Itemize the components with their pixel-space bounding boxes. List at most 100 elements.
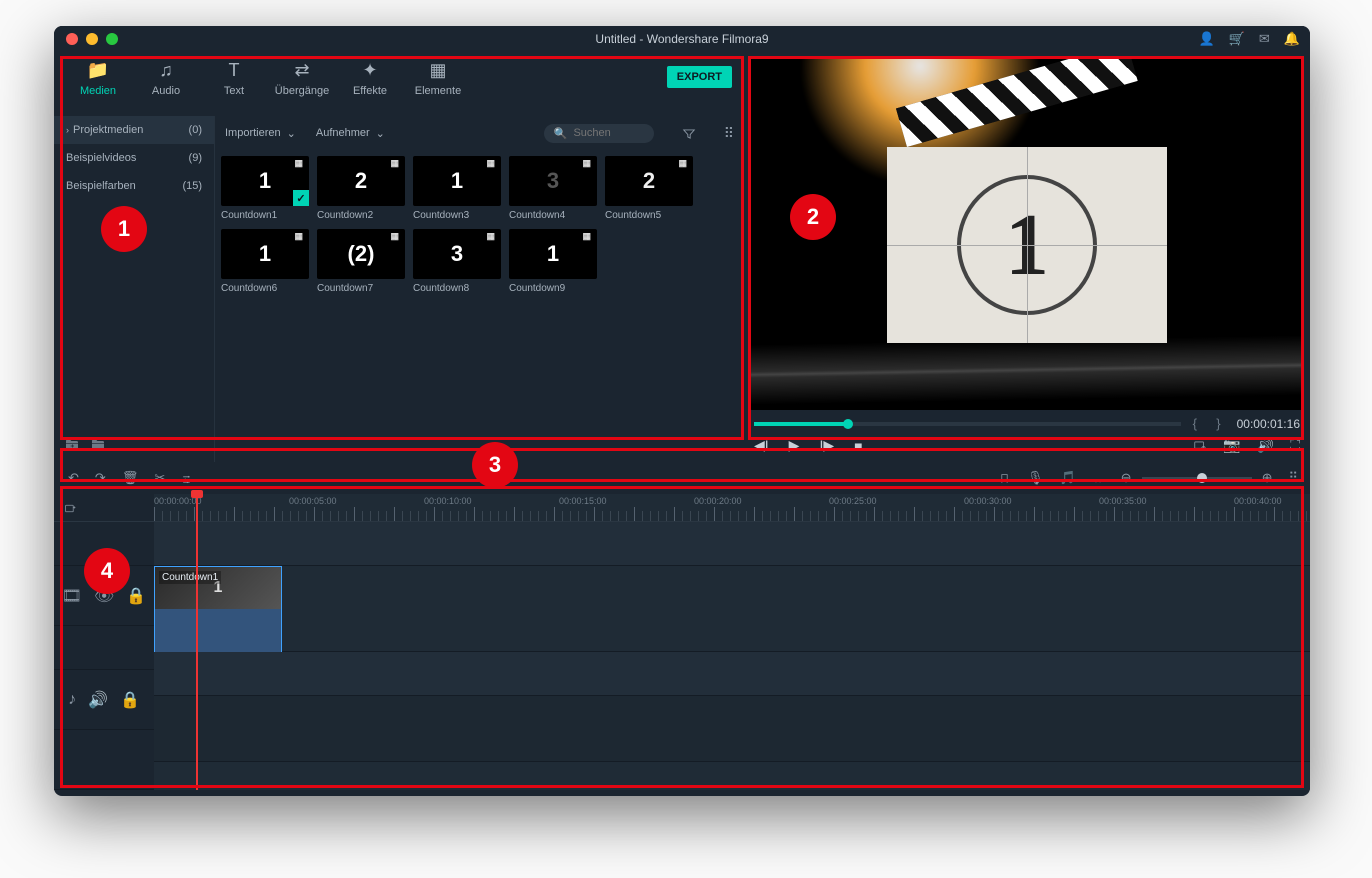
preview-progress[interactable] (754, 422, 1181, 426)
lock-icon[interactable]: 🔒 (120, 690, 140, 710)
volume-icon[interactable]: 🔊 (1257, 437, 1274, 454)
thumb-label: Countdown8 (413, 283, 501, 294)
notification-icon[interactable]: 🔔 (1284, 31, 1300, 47)
timeline-clip[interactable]: Countdown1 (154, 566, 282, 652)
filmstrip-icon[interactable]: 🎞 (62, 586, 82, 606)
thumb-label: Countdown6 (221, 283, 309, 294)
undo-icon[interactable]: ↶ (68, 470, 79, 486)
fit-timeline-icon[interactable]: ↔ (1092, 471, 1105, 486)
zoom-control: ⊖ ⊕ (1121, 470, 1273, 486)
media-grid: 1▦✓Countdown12▦Countdown21▦Countdown33▦C… (215, 150, 744, 300)
ruler-label: 00:00:10:00 (424, 496, 472, 506)
filter-icon[interactable] (682, 125, 696, 141)
marker-icon[interactable] (998, 470, 1011, 485)
category-tab-text[interactable]: TText (200, 60, 268, 97)
stop-button[interactable]: ■ (854, 438, 862, 454)
record-dropdown[interactable]: Aufnehmer⌄ (316, 127, 385, 140)
category-icon: ✦ (362, 60, 377, 81)
sidebar-item[interactable]: Beispielvideos(9) (54, 144, 214, 172)
new-folder-icon[interactable] (64, 436, 80, 454)
preview-frame[interactable]: 1 (750, 56, 1304, 410)
category-icon: ▦ (429, 60, 446, 81)
thumb-label: Countdown3 (413, 210, 501, 221)
delete-icon[interactable]: 🗑 (122, 470, 139, 486)
music-note-icon[interactable]: ♪ (68, 691, 76, 709)
audio-track-head: ♪ 🔊 🔒 (54, 670, 154, 730)
media-thumb[interactable]: 2▦Countdown5 (605, 156, 693, 221)
count-badge: (9) (189, 152, 202, 164)
ruler-label: 00:00:40:00 (1234, 496, 1282, 506)
media-thumb[interactable]: 1▦Countdown9 (509, 229, 597, 294)
zoom-slider[interactable] (1142, 477, 1252, 480)
snapshot-icon[interactable]: 📷 (1223, 437, 1240, 454)
timeline-toolbar: ↶ ↷ 🗑 ✂ 🎙 🎵 ↔ ⊖ ⊕ ⠿ (54, 462, 1310, 494)
filmstrip-icon: ▦ (388, 158, 401, 169)
export-button[interactable]: EXPORT (667, 66, 732, 88)
thumb-label: Countdown9 (509, 283, 597, 294)
category-label: Übergänge (275, 85, 329, 97)
timeline-ruler[interactable]: 00:00:00:0000:00:05:0000:00:10:0000:00:1… (154, 494, 1310, 522)
media-thumb[interactable]: (2)▦Countdown7 (317, 229, 405, 294)
mark-in-out[interactable]: { } (1193, 416, 1225, 431)
search-field[interactable]: 🔍 (544, 124, 654, 143)
zoom-out-icon[interactable]: ⊖ (1121, 470, 1132, 486)
ruler-label: 00:00:15:00 (559, 496, 607, 506)
media-thumb[interactable]: 1▦Countdown6 (221, 229, 309, 294)
ruler-label: 00:00:20:00 (694, 496, 742, 506)
add-track-icon[interactable] (64, 500, 77, 515)
category-tab-elemente[interactable]: ▦Elemente (404, 60, 472, 97)
track-manager-icon[interactable]: ⠿ (1288, 470, 1296, 486)
category-tabs: 📁Medien♫AudioTText⇄Übergänge✦Effekte▦Ele… (54, 52, 744, 116)
split-icon[interactable]: ✂ (154, 470, 165, 486)
search-input[interactable] (573, 127, 643, 139)
thumb-label: Countdown1 (221, 210, 309, 221)
clip-label: Countdown1 (159, 571, 221, 584)
step-forward-button[interactable]: I▶ (819, 437, 834, 454)
voiceover-icon[interactable]: 🎙 (1027, 470, 1044, 486)
media-thumb[interactable]: 1▦Countdown3 (413, 156, 501, 221)
category-tab-effekte[interactable]: ✦Effekte (336, 60, 404, 97)
media-thumb[interactable]: 3▦Countdown8 (413, 229, 501, 294)
play-button[interactable]: ▶ (789, 437, 800, 454)
view-options-icon[interactable]: ⠿ (724, 125, 734, 142)
category-tab-übergänge[interactable]: ⇄Übergänge (268, 60, 336, 97)
step-back-button[interactable]: ◀I (754, 437, 769, 454)
import-dropdown[interactable]: Importieren⌄ (225, 127, 296, 140)
window-title: Untitled - Wondershare Filmora9 (54, 32, 1310, 46)
category-icon: T (229, 60, 240, 81)
category-label: Audio (152, 85, 180, 97)
video-track[interactable]: Countdown1 (154, 566, 1310, 652)
annotation-3: 3 (472, 442, 518, 488)
category-icon: 📁 (87, 60, 109, 81)
ruler-label: 00:00:05:00 (289, 496, 337, 506)
grid-toolbar: Importieren⌄ Aufnehmer⌄ 🔍 ⠿ (215, 116, 744, 150)
category-tab-medien[interactable]: 📁Medien (64, 60, 132, 97)
media-thumb[interactable]: 2▦Countdown2 (317, 156, 405, 221)
filmstrip-icon: ▦ (580, 231, 593, 242)
zoom-in-icon[interactable]: ⊕ (1262, 470, 1273, 486)
sidebar-item[interactable]: ›Projektmedien(0) (54, 116, 214, 144)
display-settings-icon[interactable] (1193, 437, 1207, 454)
account-icon[interactable]: 👤 (1199, 31, 1215, 47)
cart-icon[interactable]: 🛒 (1229, 31, 1245, 47)
media-thumb[interactable]: 3▦Countdown4 (509, 156, 597, 221)
thumb-label: Countdown5 (605, 210, 693, 221)
fullscreen-icon[interactable]: ⛶ (1290, 437, 1300, 454)
category-tab-audio[interactable]: ♫Audio (132, 60, 200, 97)
ruler-label: 00:00:25:00 (829, 496, 877, 506)
redo-icon[interactable]: ↷ (95, 470, 106, 486)
adjust-icon[interactable] (181, 470, 194, 485)
timecode: 00:00:01:16 (1237, 417, 1300, 431)
mail-icon[interactable]: ✉ (1259, 31, 1270, 47)
playhead[interactable] (196, 494, 198, 790)
audio-mixer-icon[interactable]: 🎵 (1059, 470, 1075, 486)
mute-icon[interactable]: 🔊 (88, 690, 108, 710)
delete-folder-icon[interactable] (90, 436, 106, 454)
track-spacer (154, 762, 1310, 796)
audio-track[interactable] (154, 696, 1310, 762)
titlebar: Untitled - Wondershare Filmora9 👤 🛒 ✉ 🔔 (54, 26, 1310, 52)
timeline: 🎞 👁 🔒 ♪ 🔊 🔒 00:00:00:0000:00:05:0000:00:… (54, 494, 1310, 790)
media-thumb[interactable]: 1▦✓Countdown1 (221, 156, 309, 221)
lock-icon[interactable]: 🔒 (126, 586, 146, 606)
sidebar-item[interactable]: Beispielfarben(15) (54, 172, 214, 200)
